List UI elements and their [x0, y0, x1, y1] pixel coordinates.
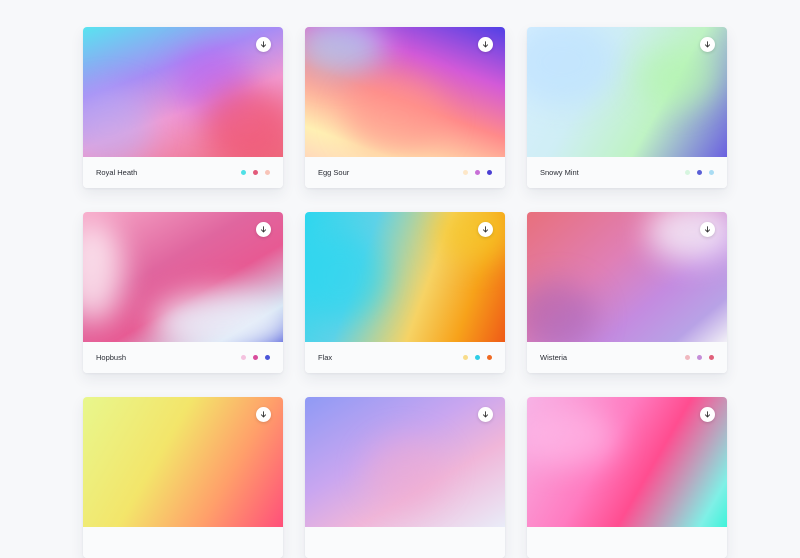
download-arrow-icon — [704, 226, 711, 233]
gradient-preview[interactable] — [527, 397, 727, 527]
gradient-preview[interactable] — [305, 27, 505, 157]
color-dot[interactable] — [685, 170, 690, 175]
color-dot[interactable] — [709, 355, 714, 360]
gradient-preview[interactable] — [527, 27, 727, 157]
gradient-name: Flax — [318, 353, 333, 362]
download-button[interactable] — [478, 37, 493, 52]
gradient-preview[interactable] — [83, 397, 283, 527]
gradient-name: Snowy Mint — [540, 168, 579, 177]
color-dot[interactable] — [475, 170, 480, 175]
color-dot[interactable] — [709, 170, 714, 175]
download-arrow-icon — [260, 41, 267, 48]
color-dot[interactable] — [265, 170, 270, 175]
color-dot[interactable] — [463, 355, 468, 360]
color-dot[interactable] — [697, 170, 702, 175]
color-dot[interactable] — [253, 355, 258, 360]
color-dots — [463, 355, 492, 360]
color-dots — [685, 355, 714, 360]
color-dot[interactable] — [487, 170, 492, 175]
gradient-card-hopbush[interactable]: Hopbush — [83, 212, 283, 373]
download-arrow-icon — [260, 226, 267, 233]
color-dots — [685, 170, 714, 175]
download-arrow-icon — [482, 226, 489, 233]
gradient-card-snowy-mint[interactable]: Snowy Mint — [527, 27, 727, 188]
download-arrow-icon — [704, 41, 711, 48]
color-dots — [463, 170, 492, 175]
download-button[interactable] — [478, 222, 493, 237]
download-arrow-icon — [260, 411, 267, 418]
color-dot[interactable] — [487, 355, 492, 360]
gradient-card-egg-sour[interactable]: Egg Sour — [305, 27, 505, 188]
download-button[interactable] — [478, 407, 493, 422]
download-button[interactable] — [256, 407, 271, 422]
download-button[interactable] — [256, 222, 271, 237]
color-dot[interactable] — [265, 355, 270, 360]
color-dots — [241, 355, 270, 360]
gradient-preview[interactable] — [305, 212, 505, 342]
gradient-grid: Royal Heath Egg Sour Snowy Mint Hopbush … — [83, 27, 728, 558]
color-dot[interactable] — [241, 355, 246, 360]
download-button[interactable] — [256, 37, 271, 52]
gradient-name: Hopbush — [96, 353, 127, 362]
color-dot[interactable] — [685, 355, 690, 360]
gradient-name: Egg Sour — [318, 168, 350, 177]
download-arrow-icon — [482, 411, 489, 418]
download-arrow-icon — [704, 411, 711, 418]
gradient-name: Royal Heath — [96, 168, 138, 177]
download-arrow-icon — [482, 41, 489, 48]
color-dot[interactable] — [253, 170, 258, 175]
color-dot[interactable] — [697, 355, 702, 360]
download-button[interactable] — [700, 407, 715, 422]
color-dot[interactable] — [475, 355, 480, 360]
gradient-preview[interactable] — [83, 27, 283, 157]
gradient-card-flax[interactable]: Flax — [305, 212, 505, 373]
gradient-card-7[interactable] — [83, 397, 283, 558]
gradient-name: Wisteria — [540, 353, 568, 362]
gradient-preview[interactable] — [305, 397, 505, 527]
gradient-preview[interactable] — [527, 212, 727, 342]
color-dot[interactable] — [463, 170, 468, 175]
color-dots — [241, 170, 270, 175]
download-button[interactable] — [700, 222, 715, 237]
gradient-card-royal-heath[interactable]: Royal Heath — [83, 27, 283, 188]
gradient-card-8[interactable] — [305, 397, 505, 558]
gradient-card-9[interactable] — [527, 397, 727, 558]
gradient-preview[interactable] — [83, 212, 283, 342]
color-dot[interactable] — [241, 170, 246, 175]
download-button[interactable] — [700, 37, 715, 52]
gradient-card-wisteria[interactable]: Wisteria — [527, 212, 727, 373]
